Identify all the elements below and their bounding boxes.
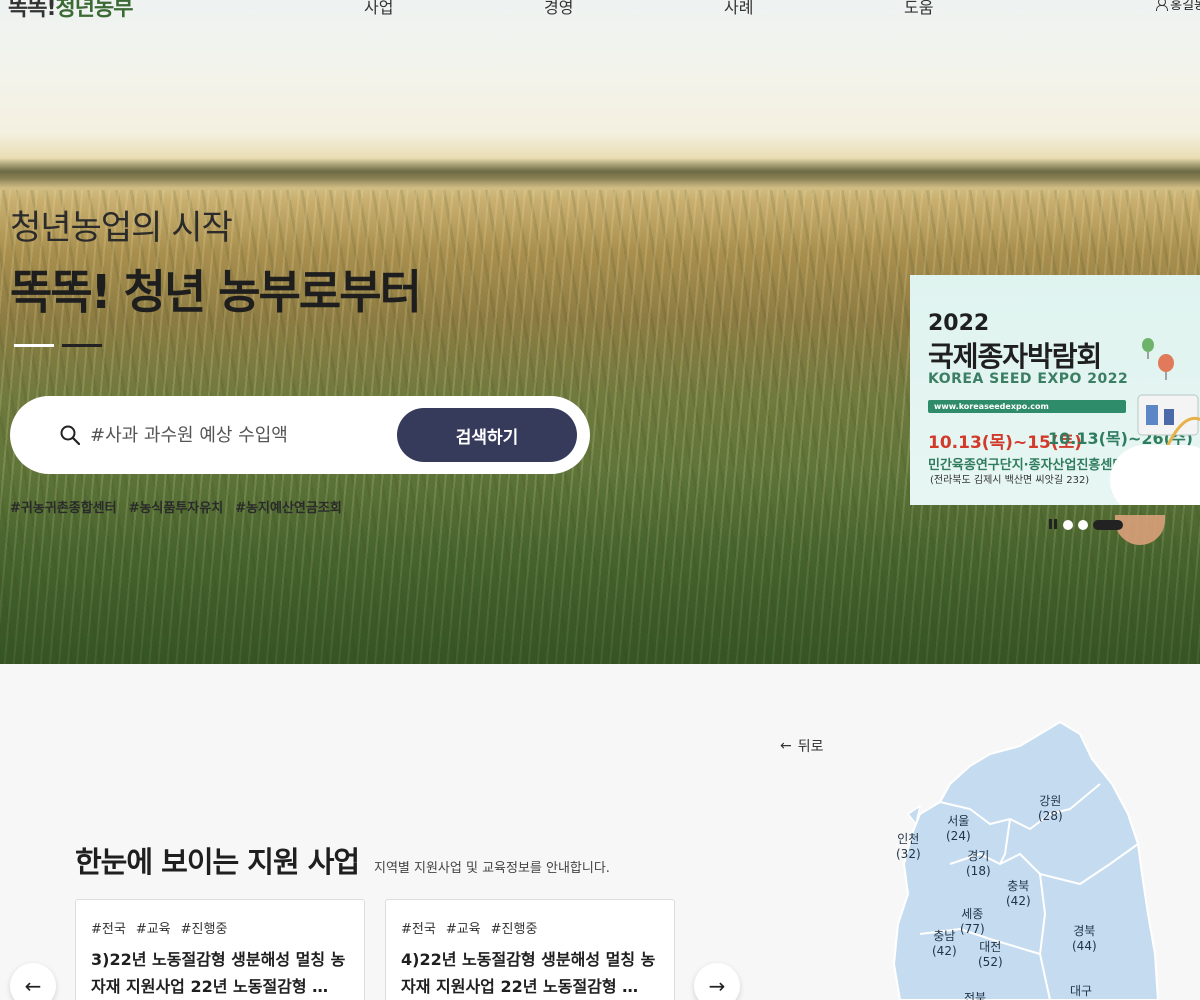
slider-dot[interactable] (1063, 520, 1073, 530)
region-name: 대구 (1070, 984, 1093, 998)
region-count: (32) (896, 847, 921, 861)
hero-tag[interactable]: #농지예산연금조회 (235, 497, 342, 516)
banner-address: (전라북도 김제시 백산면 씨앗길 232) (930, 475, 1090, 486)
back-label: 뒤로 (797, 739, 824, 755)
region-count: (28) (1038, 809, 1063, 823)
nav-item-help[interactable]: 도움 (904, 0, 933, 18)
region-gyeonggi[interactable]: 경기 (18) (966, 849, 991, 879)
card-tags: #전국 #교육 #진행중 (401, 918, 537, 937)
arrow-left-icon: ← (780, 738, 792, 754)
banner-url: www.koreaseedexpo.com (928, 400, 1126, 413)
region-count: (77) (960, 922, 985, 936)
arrow-right-icon: → (708, 974, 726, 998)
slider-dot-active[interactable] (1093, 520, 1123, 530)
hero-tag[interactable]: #귀농귀촌종합센터 (10, 497, 117, 516)
prev-button[interactable]: ← (10, 963, 56, 1000)
hero-tag[interactable]: #농식품투자유치 (129, 497, 224, 516)
card-tag: #진행중 (180, 922, 228, 937)
korea-map-icon (892, 720, 1160, 1000)
region-name: 경기 (967, 849, 990, 863)
slider-controls (1048, 519, 1123, 531)
support-card[interactable]: #전국 #교육 #진행중 3)22년 노동절감형 생분해성 멀칭 농자재 지원사… (75, 899, 365, 1000)
region-name: 서울 (947, 814, 970, 828)
region-map: 강원 (28) 서울 (24) 인천 (32) 경기 (18) 충북 (42) 세종 (77… (880, 714, 1200, 1000)
pause-icon[interactable] (1048, 519, 1058, 531)
card-tag: #전국 (91, 922, 126, 937)
support-card[interactable]: #전국 #교육 #진행중 4)22년 노동절감형 생분해성 멀칭 농자재 지원사… (385, 899, 675, 1000)
region-count: (42) (932, 944, 957, 958)
card-tag: #교육 (445, 922, 481, 937)
region-name: 대전 (979, 940, 1002, 954)
region-daegu[interactable]: 대구 (1070, 984, 1092, 999)
card-tag: #교육 (135, 922, 171, 937)
site-logo[interactable]: 똑똑!청년농부 (8, 0, 134, 22)
hero-title: 똑똑! 청년 농부로부터 (10, 265, 422, 319)
region-name: 인천 (897, 832, 920, 846)
hero-tag-list: #귀농귀촌종합센터 #농식품투자유치 #농지예산연금조회 (10, 497, 342, 516)
region-incheon[interactable]: 인천 (32) (896, 832, 921, 862)
user-menu[interactable]: 홍길동 (1156, 0, 1200, 13)
region-name: 전북 (964, 991, 987, 1000)
region-gangwon[interactable]: 강원 (28) (1038, 794, 1063, 824)
logo-part1: 똑똑! (8, 0, 57, 21)
region-chungnam[interactable]: 충남 (42) (932, 929, 957, 959)
region-chungbuk[interactable]: 충북 (42) (1006, 879, 1031, 909)
nav-item-business[interactable]: 사업 (364, 0, 393, 18)
banner-year: 2022 (928, 311, 990, 336)
region-name: 경북 (1073, 924, 1096, 938)
user-name: 홍길동 (1170, 0, 1200, 13)
card-title: 3)22년 노동절감형 생분해성 멀칭 농자재 지원사업 22년 노동절감형 … (91, 950, 346, 996)
nav-item-management[interactable]: 경영 (544, 0, 573, 18)
arrow-left-icon: ← (24, 974, 42, 998)
hero-indicator-dark (62, 344, 102, 347)
region-count: (42) (1006, 894, 1031, 908)
logo-part2: 청년농부 (55, 0, 134, 21)
region-seoul[interactable]: 서울 (24) (946, 814, 971, 844)
user-icon (1156, 0, 1169, 11)
region-sejong[interactable]: 세종 (77) (960, 907, 985, 937)
region-name: 세종 (961, 907, 984, 921)
back-link[interactable]: ← 뒤로 (780, 736, 824, 756)
hero-indicator-light (14, 344, 54, 347)
region-name: 충남 (933, 929, 956, 943)
search-box: 검색하기 (10, 396, 590, 474)
region-name: 충북 (1007, 879, 1030, 893)
region-count: (52) (978, 955, 1003, 969)
banner-title: 국제종자박람회 (928, 340, 1102, 373)
site-header: 똑똑!청년농부 사업 경영 사례 도움 홍길동 (0, 0, 1200, 22)
region-count: (24) (946, 829, 971, 843)
page: 똑똑!청년농부 사업 경영 사례 도움 홍길동 청년농업의 시작 똑똑! 청년 … (0, 0, 1200, 1000)
search-input[interactable] (90, 418, 390, 452)
region-jeonbuk[interactable]: 전북 (964, 991, 986, 1000)
nav-item-cases[interactable]: 사례 (724, 0, 753, 18)
hero-treeline (0, 158, 1200, 188)
region-daejeon[interactable]: 대전 (52) (978, 940, 1003, 970)
region-count: (18) (966, 864, 991, 878)
region-gyeongbuk[interactable]: 경북 (44) (1072, 924, 1097, 954)
banner-subtitle: KOREA SEED EXPO 2022 (928, 371, 1129, 387)
card-title: 4)22년 노동절감형 생분해성 멀칭 농자재 지원사업 22년 노동절감형 … (401, 950, 656, 996)
region-count: (44) (1072, 939, 1097, 953)
region-name: 강원 (1039, 794, 1062, 808)
support-section: ← 뒤로 한눈에 보이는 지원 사업 지역별 지원사업 및 교육정보를 안내합니… (0, 664, 1200, 1000)
expo-banner[interactable]: 2022 국제종자박람회 KOREA SEED EXPO 2022 www.ko… (910, 275, 1200, 505)
search-button[interactable]: 검색하기 (397, 408, 577, 462)
search-icon (60, 425, 80, 445)
hero-section: 똑똑!청년농부 사업 경영 사례 도움 홍길동 청년농업의 시작 똑똑! 청년 … (0, 0, 1200, 664)
section-title: 한눈에 보이는 지원 사업 (75, 845, 360, 879)
card-tags: #전국 #교육 #진행중 (91, 918, 227, 937)
section-description: 지역별 지원사업 및 교육정보를 안내합니다. (374, 861, 610, 876)
banner-cloud (1110, 445, 1200, 505)
card-tag: #진행중 (490, 922, 538, 937)
slider-dot[interactable] (1078, 520, 1088, 530)
card-tag: #전국 (401, 922, 436, 937)
hero-subtitle: 청년농업의 시작 (10, 208, 233, 248)
next-button[interactable]: → (694, 963, 740, 1000)
